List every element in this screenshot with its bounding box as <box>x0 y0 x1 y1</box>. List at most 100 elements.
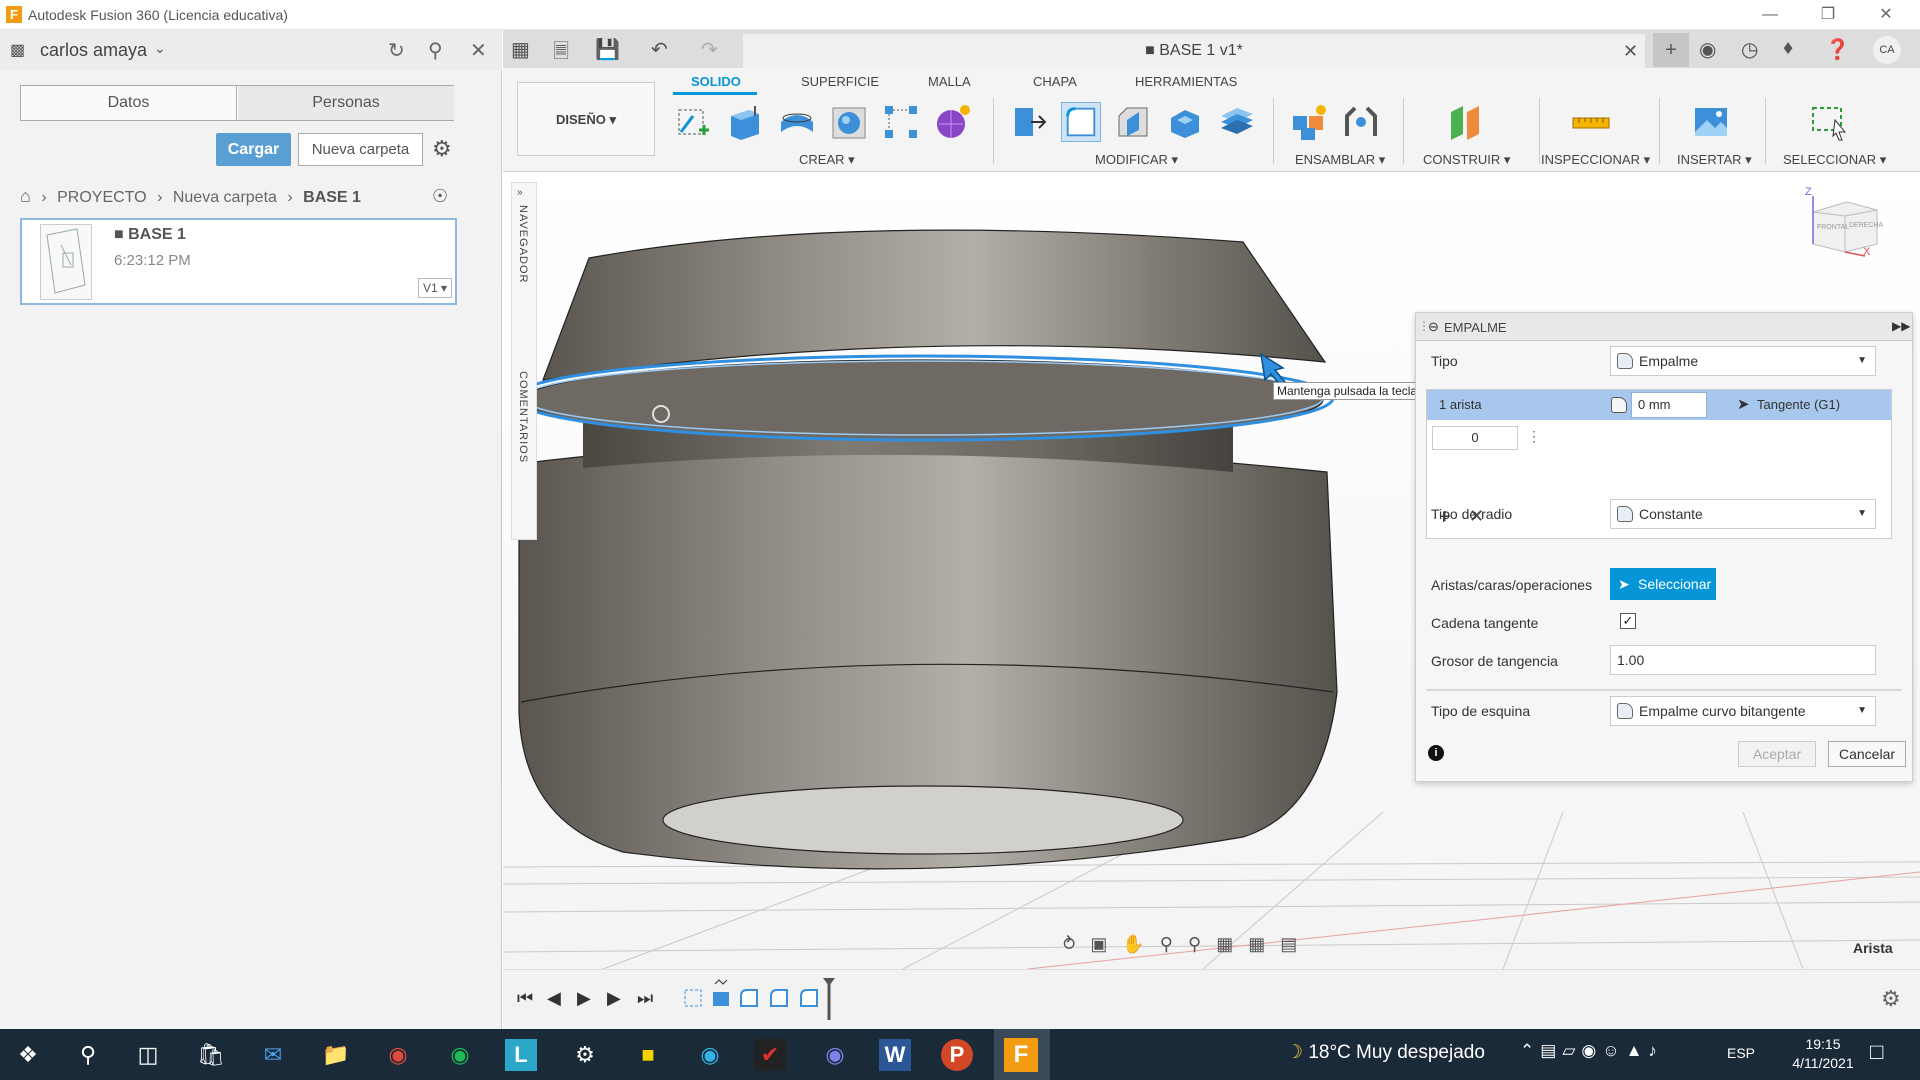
continuity-select[interactable]: Tangente (G1) <box>1757 397 1840 412</box>
timeline-settings-icon[interactable]: ⚙ <box>1881 986 1901 1012</box>
undo-icon[interactable]: ↶ <box>651 37 668 62</box>
chevron-down-icon[interactable]: ⌄ <box>154 40 166 57</box>
step-forward-icon[interactable]: ▶ <box>607 988 621 1009</box>
language-indicator[interactable]: ESP <box>1727 1045 1755 1061</box>
new-tab-icon[interactable]: + <box>1653 33 1689 67</box>
chrome-icon[interactable]: ◉ <box>380 1037 416 1073</box>
file-explorer-icon[interactable]: 📁 <box>318 1037 354 1073</box>
zoom-icon[interactable]: ⚲ <box>1160 934 1173 954</box>
tab-chapa[interactable]: CHAPA <box>1033 74 1077 89</box>
group-inspeccionar[interactable]: INSPECCIONAR ▾ <box>1541 152 1650 168</box>
step-back-icon[interactable]: ◀ <box>547 988 561 1009</box>
file-card[interactable]: ■ BASE 1 6:23:12 PM V1 ▾ <box>20 218 457 305</box>
document-tab[interactable]: ■ BASE 1 v1* ✕ <box>743 34 1645 68</box>
user-name[interactable]: carlos amaya <box>40 40 147 61</box>
view-cube[interactable]: Z X FRONTAL DERECHA <box>1805 186 1885 258</box>
more-options-icon[interactable]: ⋮ <box>1527 428 1541 445</box>
viewcube-right-label[interactable]: DERECHA <box>1849 222 1883 229</box>
extensions-icon[interactable]: ◉ <box>1699 37 1716 62</box>
store-icon[interactable]: 🛍 <box>193 1037 229 1073</box>
cancel-button[interactable]: Cancelar <box>1828 741 1906 767</box>
help-icon[interactable]: ❓ <box>1825 37 1850 62</box>
minimize-button[interactable]: — <box>1742 0 1798 30</box>
task-view-icon[interactable]: ◫ <box>130 1037 166 1073</box>
fusion-taskbar-active[interactable]: F <box>994 1029 1050 1080</box>
new-component-icon[interactable] <box>1289 102 1329 142</box>
split-body-icon[interactable] <box>1217 102 1257 142</box>
shell-icon[interactable] <box>1165 102 1205 142</box>
pattern-icon[interactable] <box>881 102 921 142</box>
teams-tray-icon[interactable]: ◉ <box>1581 1041 1602 1060</box>
sphere-icon[interactable] <box>829 102 869 142</box>
notification-center-icon[interactable]: □ <box>1870 1039 1883 1065</box>
create-form-icon[interactable] <box>933 102 973 142</box>
radius-type-select[interactable]: Constante ▼ <box>1610 499 1876 529</box>
insert-image-icon[interactable] <box>1691 102 1731 142</box>
corner-type-select[interactable]: Empalme curvo bitangente ▼ <box>1610 696 1876 726</box>
collapse-icon[interactable]: ⊖ <box>1428 319 1439 335</box>
new-folder-button[interactable]: Nueva carpeta <box>298 133 423 166</box>
windows-start-icon[interactable]: ❖ <box>10 1037 46 1073</box>
tray-icon[interactable]: ▱ <box>1562 1041 1581 1060</box>
pan-icon[interactable]: ✋ <box>1122 934 1144 954</box>
timeline-features[interactable] <box>679 976 839 1022</box>
chevron-up-icon[interactable]: ⌃ <box>1520 1041 1540 1060</box>
user-avatar[interactable]: CA <box>1873 36 1901 64</box>
tangent-chain-checkbox[interactable]: ✓ <box>1620 613 1636 629</box>
press-pull-icon[interactable] <box>1009 102 1049 142</box>
job-status-icon[interactable]: ◷ <box>1741 37 1758 62</box>
group-seleccionar[interactable]: SELECCIONAR ▾ <box>1783 152 1886 168</box>
viewports-icon[interactable]: ▤ <box>1280 934 1297 954</box>
close-tab-icon[interactable]: ✕ <box>1623 41 1638 62</box>
restore-button[interactable]: ❐ <box>1800 0 1856 30</box>
close-panel-icon[interactable]: ✕ <box>470 38 487 63</box>
select-edges-button[interactable]: ➤ Seleccionar <box>1610 568 1716 600</box>
teams-icon[interactable]: ◉ <box>817 1037 853 1073</box>
volume-icon[interactable]: ♪ <box>1648 1041 1663 1060</box>
group-modificar[interactable]: MODIFICAR ▾ <box>1095 152 1178 168</box>
upload-button[interactable]: Cargar <box>216 133 291 166</box>
expand-icon[interactable]: » <box>517 187 523 198</box>
system-tray[interactable]: ⌃▤▱◉☺▲♪ <box>1520 1041 1663 1061</box>
edge-row[interactable]: 1 arista 0 mm ➤ Tangente (G1) <box>1427 390 1891 420</box>
word-icon[interactable]: W <box>879 1039 911 1071</box>
go-to-end-icon[interactable]: ⏭ <box>637 988 653 1009</box>
group-insertar[interactable]: INSERTAR ▾ <box>1677 152 1752 168</box>
notifications-icon[interactable]: ♦ <box>1783 37 1793 60</box>
extrude-icon[interactable] <box>725 102 765 142</box>
redo-icon[interactable]: ↷ <box>701 37 718 62</box>
weather-widget[interactable]: ☽ 18°C Muy despejado <box>1286 1041 1485 1064</box>
workspace-switcher[interactable]: DISEÑO ▾ <box>517 82 655 156</box>
save-icon[interactable]: 💾 <box>595 37 620 62</box>
grid-settings-icon[interactable]: ▦ <box>1248 934 1265 954</box>
search-icon[interactable]: ⚲ <box>70 1037 106 1073</box>
powerpoint-icon[interactable]: P <box>941 1039 973 1071</box>
ok-button[interactable]: Aceptar <box>1738 741 1816 767</box>
tangency-weight-input[interactable]: 1.00 <box>1610 645 1876 675</box>
fit-icon[interactable]: ⚲ <box>1188 934 1201 954</box>
play-icon[interactable]: ▶ <box>577 988 591 1009</box>
info-icon[interactable]: i <box>1428 745 1444 761</box>
sticky-notes-icon[interactable]: ■ <box>630 1037 666 1073</box>
tab-herramientas[interactable]: HERRAMIENTAS <box>1135 74 1237 89</box>
expand-dialog-icon[interactable]: ▶▶ <box>1892 319 1910 333</box>
fillet-icon[interactable] <box>1061 102 1101 142</box>
tab-superficie[interactable]: SUPERFICIE <box>801 74 879 89</box>
orbit-icon[interactable]: ⥁ <box>1063 934 1075 954</box>
dialog-header[interactable]: ⋮ ⊖ EMPALME ▶▶ <box>1416 313 1912 341</box>
tray-icon[interactable]: ▤ <box>1540 1041 1562 1060</box>
group-construir[interactable]: CONSTRUIR ▾ <box>1423 152 1510 168</box>
file-icon[interactable]: 🗏 <box>553 37 569 71</box>
revolve-icon[interactable] <box>777 102 817 142</box>
tab-malla[interactable]: MALLA <box>928 74 971 89</box>
group-crear[interactable]: CREAR ▾ <box>799 152 855 168</box>
navigator-toggle[interactable]: NAVEGADOR <box>517 205 529 283</box>
grid-icon[interactable]: ▦ <box>511 37 530 62</box>
l-app-icon[interactable]: L <box>505 1039 537 1071</box>
viewcube-front-label[interactable]: FRONTAL <box>1817 224 1849 231</box>
edge-radius-input[interactable]: 0 mm <box>1631 392 1707 418</box>
network-icon[interactable]: ☺ <box>1602 1041 1625 1060</box>
wifi-icon[interactable]: ▲ <box>1626 1041 1649 1060</box>
select-icon[interactable] <box>1809 102 1849 142</box>
refresh-icon[interactable]: ↻ <box>388 38 405 63</box>
